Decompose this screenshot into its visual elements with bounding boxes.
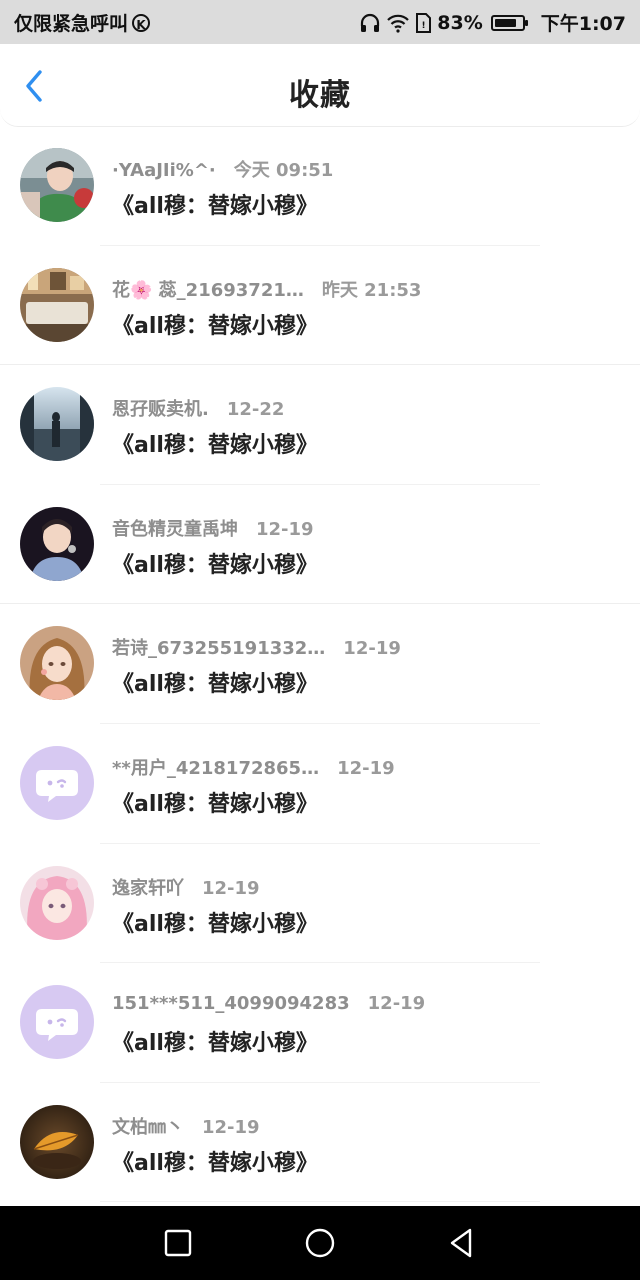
timestamp: 12-19 bbox=[256, 518, 314, 540]
work-title[interactable]: 《all穆：替嫁小穆》 bbox=[112, 308, 318, 340]
work-title[interactable]: 《all穆：替嫁小穆》 bbox=[112, 1145, 318, 1177]
carrier-text: 仅限紧急呼叫 bbox=[14, 13, 129, 35]
username: 花🌸 蕊_21693721… bbox=[112, 279, 304, 301]
username: 恩孖贩卖机. bbox=[112, 399, 209, 421]
default-chat-avatar[interactable] bbox=[20, 745, 94, 820]
avatar[interactable] bbox=[20, 865, 94, 940]
status-bar: 仅限紧急呼叫 K ! 83% 下午1:07 bbox=[0, 0, 640, 44]
back-icon[interactable] bbox=[444, 1225, 480, 1261]
username: 逸家轩吖 bbox=[112, 877, 184, 899]
username: **用户_4218172865… bbox=[112, 757, 320, 779]
battery-percent: 83% bbox=[437, 11, 483, 34]
list-item[interactable]: 151***511_4099094283 12-19 《all穆：替嫁小穆》 bbox=[0, 963, 640, 1083]
list-item[interactable]: 恩孖贩卖机. 12-22 《all穆：替嫁小穆》 bbox=[0, 365, 640, 485]
work-title[interactable]: 《all穆：替嫁小穆》 bbox=[112, 1025, 318, 1057]
work-title[interactable]: 《all穆：替嫁小穆》 bbox=[112, 188, 318, 220]
clock: 下午1:07 bbox=[540, 13, 626, 35]
timestamp: 12-19 bbox=[202, 1116, 260, 1138]
work-title[interactable]: 《all穆：替嫁小穆》 bbox=[112, 786, 318, 818]
avatar[interactable] bbox=[20, 506, 94, 581]
timestamp: 今天 09:51 bbox=[233, 160, 334, 181]
list-item[interactable]: 文柏㎜丶 12-19 《all穆：替嫁小穆》 bbox=[0, 1083, 640, 1203]
list-item[interactable]: **用户_4218172865… 12-19 《all穆：替嫁小穆》 bbox=[0, 724, 640, 844]
username: ·YAaJIi%^· bbox=[112, 160, 216, 181]
work-title[interactable]: 《all穆：替嫁小穆》 bbox=[112, 427, 318, 459]
divider bbox=[100, 1201, 540, 1203]
home-icon[interactable] bbox=[302, 1225, 338, 1261]
timestamp: 12-19 bbox=[367, 993, 426, 1015]
list-item[interactable]: 逸家轩吖 12-19 《all穆：替嫁小穆》 bbox=[0, 844, 640, 964]
battery-icon bbox=[490, 14, 528, 31]
work-title[interactable]: 《all穆：替嫁小穆》 bbox=[112, 906, 318, 938]
list-item[interactable]: 花🌸 蕊_21693721… 昨天 21:53 《all穆：替嫁小穆》 bbox=[0, 246, 640, 366]
avatar[interactable] bbox=[20, 1104, 94, 1179]
page-title: 收藏 bbox=[289, 78, 351, 113]
username: 文柏㎜丶 bbox=[112, 1116, 184, 1138]
list-item[interactable]: 若诗_673255191332… 12-19 《all穆：替嫁小穆》 bbox=[0, 604, 640, 724]
work-title[interactable]: 《all穆：替嫁小穆》 bbox=[112, 547, 318, 579]
username: 若诗_673255191332… bbox=[112, 638, 326, 660]
avatar[interactable] bbox=[20, 387, 94, 462]
sim-icon: ! bbox=[416, 12, 432, 33]
timestamp: 12-22 bbox=[226, 399, 285, 421]
timestamp: 昨天 21:53 bbox=[321, 279, 422, 301]
timestamp: 12-19 bbox=[343, 638, 401, 660]
wifi-icon bbox=[387, 14, 410, 33]
username: 151***511_4099094283 bbox=[112, 993, 350, 1015]
username: 音色精灵童禹坤 bbox=[112, 518, 238, 540]
list-item[interactable]: ·YAaJIi%^· 今天 09:51 《all穆：替嫁小穆》 bbox=[0, 126, 640, 246]
avatar[interactable] bbox=[20, 148, 94, 222]
avatar[interactable] bbox=[20, 626, 94, 701]
navigation-bar bbox=[0, 1206, 640, 1280]
svg-text:!: ! bbox=[422, 21, 426, 31]
k-icon: K bbox=[132, 13, 151, 32]
default-chat-avatar[interactable] bbox=[20, 985, 94, 1060]
timestamp: 12-19 bbox=[337, 757, 395, 779]
list-item[interactable]: 音色精灵童禹坤 12-19 《all穆：替嫁小穆》 bbox=[0, 485, 640, 605]
avatar[interactable] bbox=[20, 267, 94, 342]
recent-apps-icon[interactable] bbox=[160, 1225, 196, 1261]
favorites-list: ·YAaJIi%^· 今天 09:51 《all穆：替嫁小穆》 花🌸 蕊_2169… bbox=[0, 126, 640, 1203]
timestamp: 12-19 bbox=[202, 877, 260, 899]
header: 收藏 bbox=[0, 44, 640, 127]
work-title[interactable]: 《all穆：替嫁小穆》 bbox=[112, 666, 318, 698]
headphones-icon bbox=[361, 13, 380, 32]
